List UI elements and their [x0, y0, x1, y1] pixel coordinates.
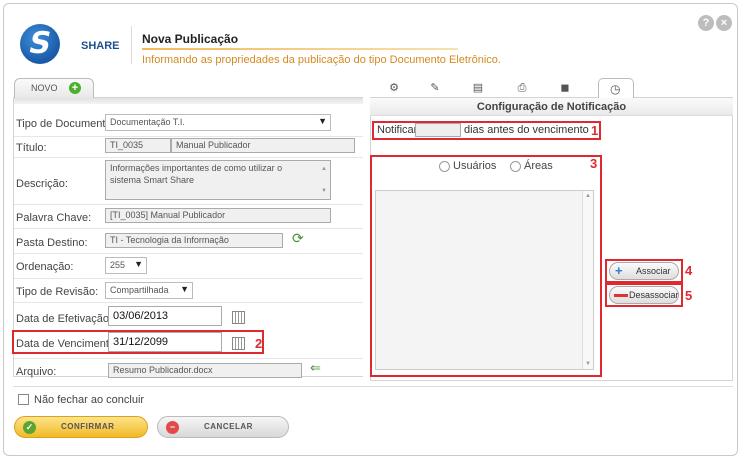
selection-list[interactable]: ▲ ▼	[375, 190, 594, 370]
row-divider	[14, 253, 363, 254]
footer-divider	[13, 386, 733, 387]
tab-novo[interactable]: NOVO +	[14, 78, 94, 98]
row-divider	[14, 302, 363, 303]
title-underline	[142, 48, 458, 50]
add-icon[interactable]: +	[69, 82, 81, 94]
confirm-button[interactable]: ✓ CONFIRMAR	[14, 416, 148, 438]
clock-icon: ◷	[610, 82, 621, 96]
desassociar-button[interactable]: Desassociar	[609, 286, 679, 304]
arquivo-field[interactable]: Resumo Publicador.docx	[108, 363, 302, 378]
tipo-revisao-label: Tipo de Revisão:	[16, 286, 99, 298]
palavra-chave-field[interactable]: [TI_0035] Manual Publicador	[105, 208, 331, 223]
tipo-documento-value: Documentação T.I.	[110, 117, 185, 127]
cancel-label: CANCELAR	[204, 422, 253, 431]
chevron-down-icon: ▼	[134, 259, 143, 269]
arquivo-label: Arquivo:	[16, 366, 57, 378]
section-title: Configuração de Notificação	[370, 98, 733, 116]
tab-novo-label: NOVO	[31, 83, 58, 93]
ordenacao-value: 255	[110, 260, 126, 270]
pasta-destino-label: Pasta Destino:	[16, 237, 88, 249]
tab-print-icon[interactable]: ▤	[471, 82, 485, 94]
data-vencimento-input[interactable]: 31/12/2099	[108, 332, 222, 352]
tab-printer-icon[interactable]: ⎙	[515, 82, 529, 94]
pasta-destino-field[interactable]: TI - Tecnologia da Informação	[105, 233, 283, 248]
marker-4: 4	[685, 263, 693, 278]
marker-5: 5	[685, 288, 693, 303]
nao-fechar-label: Não fechar ao concluir	[34, 394, 145, 406]
titulo-code-field[interactable]: TI_0035	[105, 138, 171, 153]
scroll-down-icon[interactable]: ▼	[585, 361, 591, 367]
brand-label: SHARE	[81, 40, 120, 52]
plus-icon: +	[615, 263, 623, 278]
folder-search-icon[interactable]: ⟳	[292, 230, 312, 246]
descricao-textarea[interactable]: Informações importantes de como utilizar…	[105, 160, 331, 200]
nao-fechar-checkbox[interactable]	[18, 394, 29, 405]
radio-usuarios[interactable]	[439, 161, 450, 172]
tipo-revisao-select[interactable]: Compartilhada ▼	[105, 282, 193, 299]
scroll-up-icon[interactable]: ▲	[321, 163, 327, 175]
chevron-down-icon: ▼	[180, 284, 189, 294]
tab-notification[interactable]: ◷	[598, 78, 634, 98]
notificar-suffix: dias antes do vencimento	[464, 124, 589, 136]
data-vencimento-label: Data de Vencimento:	[16, 338, 119, 350]
check-icon: ✓	[23, 421, 36, 434]
palavra-chave-label: Palavra Chave:	[16, 212, 92, 224]
file-upload-icon[interactable]: ⇐	[310, 360, 330, 376]
radio-usuarios-label: Usuários	[453, 160, 497, 172]
scroll-down-icon[interactable]: ▼	[321, 185, 327, 197]
radio-areas-label: Áreas	[524, 160, 553, 172]
data-efetivacao-label: Data de Efetivação:	[16, 313, 113, 325]
associar-button[interactable]: + Associar	[609, 262, 679, 280]
help-icon[interactable]: ?	[698, 15, 714, 31]
row-divider	[14, 136, 363, 137]
calendar-icon[interactable]	[232, 311, 245, 324]
ordenacao-label: Ordenação:	[16, 261, 74, 273]
notificar-label: Notificar	[377, 124, 418, 136]
desassociar-label: Desassociar	[629, 290, 679, 300]
scroll-up-icon[interactable]: ▲	[585, 193, 591, 199]
close-icon[interactable]: ×	[716, 15, 732, 31]
share-logo-icon: S	[20, 24, 60, 64]
associar-label: Associar	[636, 266, 671, 276]
minus-icon	[614, 294, 628, 297]
marker-1: 1	[591, 123, 599, 138]
marker-3: 3	[590, 156, 598, 171]
tipo-documento-label: Tipo de Documento:	[16, 118, 115, 130]
row-divider	[14, 157, 363, 158]
titulo-label: Título:	[16, 142, 47, 154]
tipo-revisao-value: Compartilhada	[110, 285, 169, 295]
row-divider	[14, 204, 363, 205]
titulo-name-field[interactable]: Manual Publicador	[171, 138, 355, 153]
row-divider	[14, 278, 363, 279]
row-divider	[14, 358, 363, 359]
page-title: Nova Publicação	[142, 32, 239, 46]
data-efetivacao-input[interactable]: 03/06/2013	[108, 306, 222, 326]
tab-approve-icon[interactable]: ✎	[428, 82, 442, 94]
confirm-label: CONFIRMAR	[61, 422, 115, 431]
calendar-icon[interactable]	[232, 337, 245, 350]
radio-areas[interactable]	[510, 161, 521, 172]
tab-web-icon[interactable]: ◼	[558, 82, 572, 94]
list-scrollbar[interactable]: ▲ ▼	[582, 191, 593, 369]
tab-security-icon[interactable]: ⚙	[387, 82, 401, 94]
ordenacao-select[interactable]: 255 ▼	[105, 257, 147, 274]
page-subtitle: Informando as propriedades da publicação…	[142, 54, 501, 66]
notificar-days-input[interactable]	[415, 123, 461, 137]
cancel-icon: −	[166, 421, 179, 434]
cancel-button[interactable]: − CANCELAR	[157, 416, 289, 438]
tipo-documento-select[interactable]: Documentação T.I. ▼	[105, 114, 331, 131]
icon-tab-bar	[371, 78, 734, 98]
header-divider	[131, 26, 132, 64]
row-divider	[14, 228, 363, 229]
descricao-value: Informações importantes de como utilizar…	[110, 163, 283, 185]
marker-2: 2	[255, 336, 263, 351]
chevron-down-icon: ▼	[318, 116, 327, 126]
descricao-label: Descrição:	[16, 178, 68, 190]
